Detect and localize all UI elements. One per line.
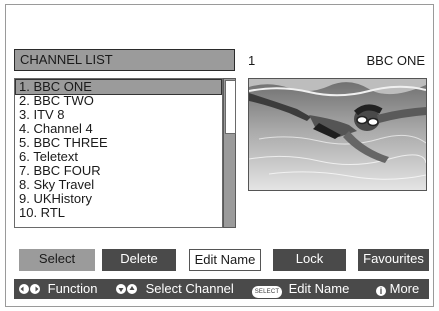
- channel-list-item[interactable]: 6. Teletext: [15, 150, 222, 164]
- help-function-label: Function: [47, 281, 98, 296]
- favourites-button[interactable]: Favourites: [358, 249, 429, 271]
- help-more-label: More: [389, 281, 420, 296]
- help-edit-name: SELECT Edit Name: [252, 279, 349, 299]
- select-button[interactable]: Select: [19, 249, 95, 271]
- channel-list-item[interactable]: 2. BBC TWO: [15, 94, 222, 108]
- help-select-channel-label: Select Channel: [145, 281, 234, 296]
- help-select-channel: Select Channel: [116, 279, 234, 299]
- select-button-icon: SELECT: [252, 286, 282, 298]
- current-channel-name: BBC ONE: [366, 53, 425, 68]
- left-right-arrows-icon: [19, 284, 29, 294]
- help-bar: Function Select Channel SELECT Edit Name…: [14, 279, 429, 299]
- info-icon-glyph: i: [379, 286, 383, 296]
- channel-list[interactable]: 1. BBC ONE 2. BBC TWO 3. ITV 8 4. Channe…: [14, 78, 223, 228]
- channel-list-item[interactable]: 3. ITV 8: [15, 108, 222, 122]
- channel-preview-image: [248, 78, 427, 191]
- channel-list-item[interactable]: 10. RTL: [15, 206, 222, 220]
- scrollbar-thumb[interactable]: [225, 80, 236, 134]
- channel-list-item[interactable]: 4. Channel 4: [15, 122, 222, 136]
- current-channel-number: 1: [248, 53, 256, 68]
- down-arrow-icon: [116, 284, 126, 294]
- channel-list-item[interactable]: 8. Sky Travel: [15, 178, 222, 192]
- channel-list-item[interactable]: 7. BBC FOUR: [15, 164, 222, 178]
- help-function: Function: [19, 279, 98, 299]
- lock-button[interactable]: Lock: [273, 249, 346, 271]
- channel-list-scrollbar[interactable]: [223, 78, 236, 228]
- delete-button[interactable]: Delete: [102, 249, 176, 271]
- up-down-arrows-icon: [127, 284, 137, 294]
- channel-list-item[interactable]: 1. BBC ONE: [15, 79, 222, 95]
- edit-name-button[interactable]: Edit Name: [189, 249, 261, 271]
- channel-list-title-text: CHANNEL LIST: [20, 52, 113, 67]
- info-icon: i: [376, 286, 386, 296]
- channel-list-title: CHANNEL LIST: [14, 49, 235, 71]
- right-arrow-icon: [30, 284, 40, 294]
- help-more: i More: [376, 279, 419, 299]
- help-edit-name-label: Edit Name: [288, 281, 350, 296]
- channel-list-item[interactable]: 5. BBC THREE: [15, 136, 222, 150]
- channel-list-item[interactable]: 9. UKHistory: [15, 192, 222, 206]
